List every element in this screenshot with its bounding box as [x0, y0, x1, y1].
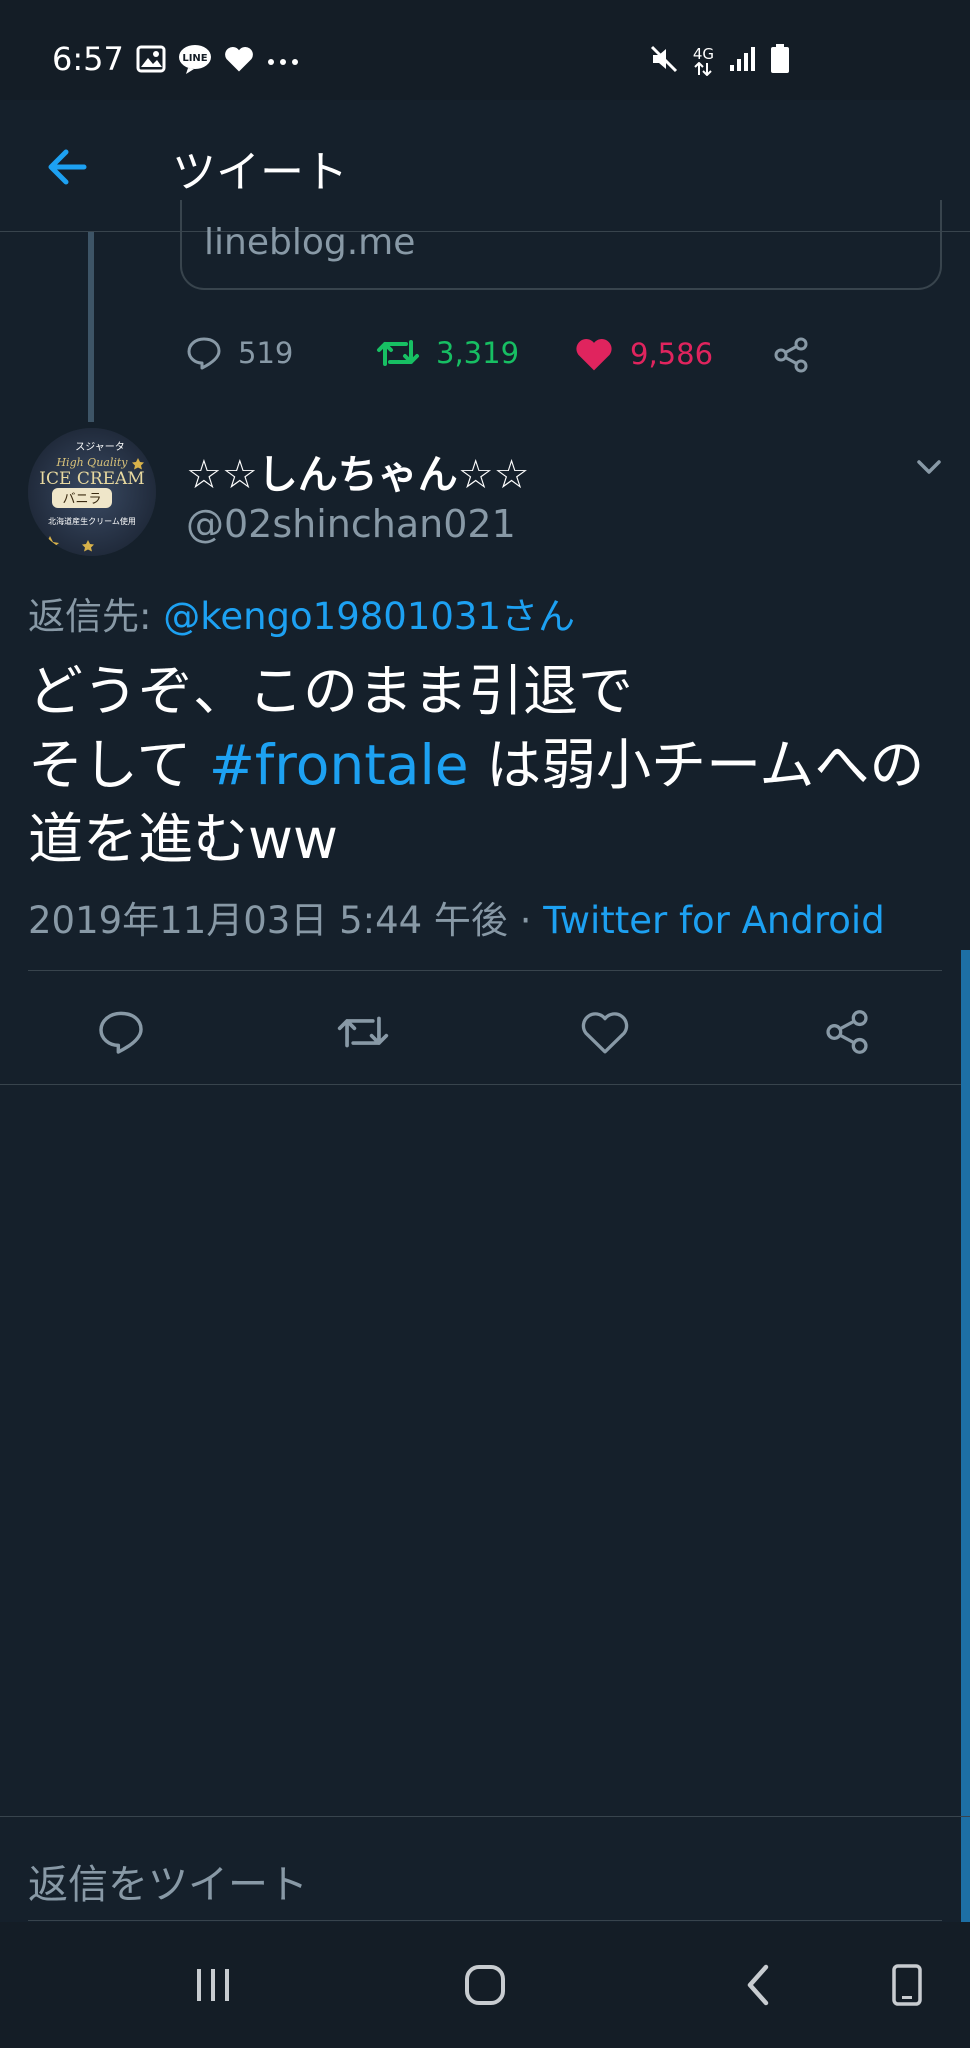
- more-icon: [266, 52, 300, 71]
- page-title: ツイート: [172, 147, 348, 198]
- signal-icon: [728, 45, 756, 77]
- chevron-down-icon: [917, 460, 941, 474]
- tweet-menu-button[interactable]: [912, 450, 946, 488]
- tweet-text-line: どうぞ、このまま引退で: [28, 659, 634, 723]
- status-bar: 6:57 LINE 4G: [0, 0, 970, 100]
- reply-input[interactable]: 返信をツイート: [28, 1852, 308, 1910]
- back-button[interactable]: [40, 140, 94, 194]
- heart-filled-icon: [576, 339, 612, 371]
- share-icon: [826, 1010, 868, 1054]
- thread-connector-line: [88, 232, 94, 422]
- battery-icon: [770, 44, 790, 78]
- parent-reply-button[interactable]: 519: [186, 336, 293, 370]
- share-icon: [774, 337, 808, 373]
- divider: [28, 970, 942, 971]
- tweet-detail-screen: 6:57 LINE 4G ツイート lineblog.me 519 3,319 …: [0, 0, 970, 2048]
- arrow-left-icon: [48, 149, 87, 185]
- user-handle[interactable]: @02shinchan021: [186, 502, 516, 546]
- scrollbar[interactable]: [961, 950, 970, 2048]
- retweet-button[interactable]: [333, 1002, 393, 1062]
- heart-outline-icon: [581, 1012, 629, 1054]
- parent-like-count: 9,586: [630, 337, 714, 371]
- line-icon: LINE: [178, 44, 212, 78]
- status-time: 6:57: [52, 40, 124, 78]
- divider: [0, 1084, 970, 1085]
- 4g-icon: 4G: [692, 44, 714, 76]
- heart-icon: [224, 45, 254, 77]
- tweet-text-fragment: そして: [28, 733, 209, 797]
- avatar-image: スジャータ High Quality ICE CREAM バニラ 北海道産生クリ…: [28, 428, 156, 556]
- recent-apps-icon: [197, 1969, 229, 2001]
- avatar-quality: High Quality: [55, 456, 128, 469]
- parent-reply-count: 519: [238, 336, 294, 370]
- svg-text:LINE: LINE: [182, 53, 207, 64]
- tweet-timestamp: 2019年11月03日 5:44 午後 ·: [28, 899, 544, 942]
- display-name[interactable]: ☆☆しんちゃん☆☆: [186, 442, 529, 500]
- tweet-metadata: 2019年11月03日 5:44 午後 · Twitter for Androi…: [28, 890, 885, 944]
- recent-apps-button[interactable]: [178, 1950, 248, 2020]
- retweet-icon: [377, 340, 419, 366]
- link-domain: lineblog.me: [204, 222, 416, 263]
- reply-prefix: 返信先:: [28, 595, 152, 638]
- back-chevron-icon: [747, 1964, 769, 2006]
- tweet-text-fragment: は弱小チームへの: [468, 733, 925, 797]
- home-button[interactable]: [450, 1950, 520, 2020]
- like-button[interactable]: [575, 1002, 635, 1062]
- retweet-icon: [337, 1016, 389, 1048]
- back-nav-button[interactable]: [722, 1950, 792, 2020]
- notification-icons: LINE: [136, 44, 300, 78]
- mute-icon: [649, 44, 679, 78]
- parent-retweet-button[interactable]: 3,319: [376, 336, 519, 370]
- share-button[interactable]: [817, 1002, 877, 1062]
- avatar-main: ICE CREAM: [39, 469, 144, 489]
- hashtag-link[interactable]: #frontale: [209, 733, 469, 797]
- reply-icon: [187, 337, 221, 370]
- reply-context: 返信先: @kengo19801031さん: [28, 586, 575, 640]
- avatar[interactable]: スジャータ High Quality ICE CREAM バニラ 北海道産生クリ…: [28, 428, 156, 556]
- home-icon: [465, 1965, 505, 2005]
- keyboard-toggle-button[interactable]: [872, 1950, 942, 2020]
- system-icons: 4G: [649, 44, 790, 78]
- reply-icon: [99, 1011, 143, 1054]
- divider: [28, 1920, 942, 1921]
- reply-mention-link[interactable]: @kengo19801031さん: [163, 595, 575, 638]
- avatar-flavor: バニラ: [62, 492, 101, 507]
- tweet-text-line: 道を進むww: [28, 807, 338, 871]
- tweet-text: どうぞ、このまま引退で そして #frontale は弱小チームへの 道を進むw…: [28, 654, 948, 876]
- tweet-source-link[interactable]: Twitter for Android: [543, 899, 884, 942]
- avatar-bottom: 北海道産生クリーム使用: [48, 516, 136, 526]
- reply-button[interactable]: [91, 1002, 151, 1062]
- image-icon: [136, 45, 166, 77]
- phone-rotate-icon: [892, 1964, 922, 2006]
- avatar-brand: スジャータ: [75, 441, 125, 453]
- divider: [0, 1816, 970, 1817]
- system-nav-bar: [0, 1922, 970, 2048]
- network-label: 4G: [692, 44, 714, 63]
- parent-share-button[interactable]: [772, 336, 810, 374]
- parent-retweet-count: 3,319: [436, 336, 520, 370]
- tweet-text-line: そして #frontale は弱小チームへの: [28, 728, 948, 802]
- parent-like-button[interactable]: 9,586: [574, 336, 713, 372]
